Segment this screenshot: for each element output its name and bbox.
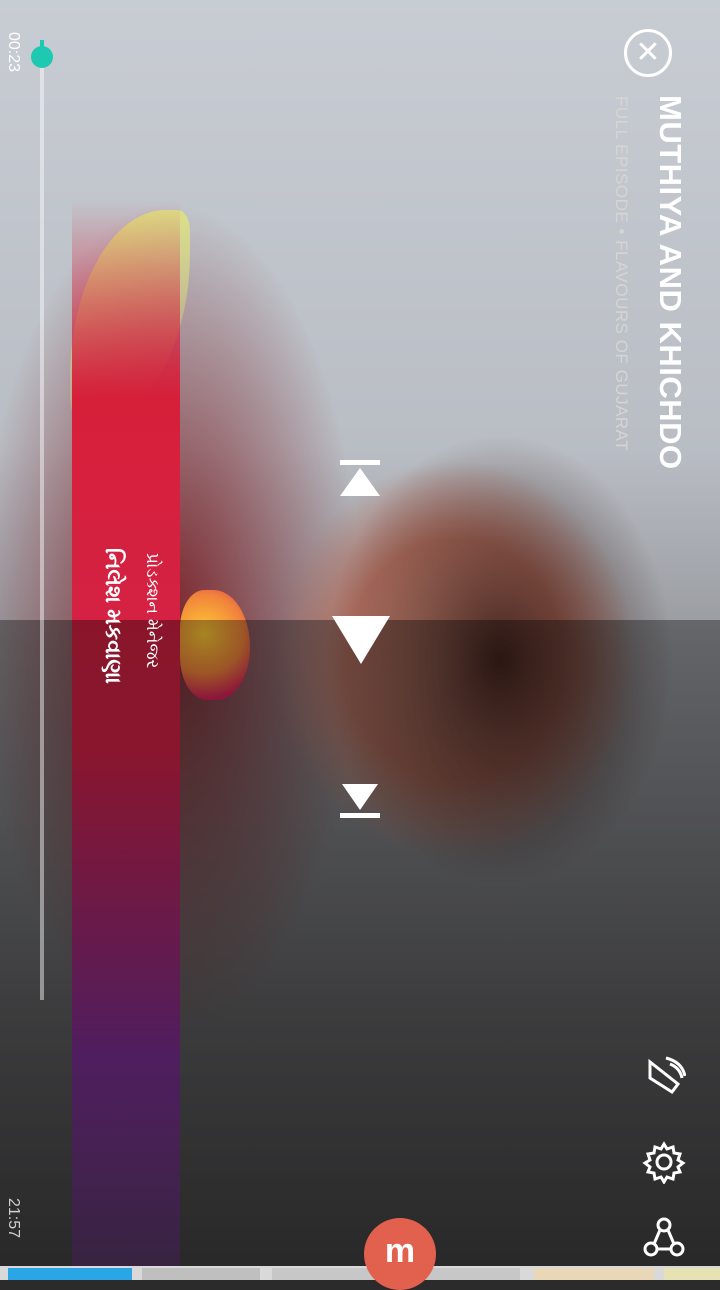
recommendation-thumbnail[interactable] — [664, 1268, 720, 1280]
fab-label: m — [384, 1232, 416, 1270]
cast-icon — [648, 1056, 687, 1095]
seek-thumb[interactable] — [31, 46, 53, 68]
elapsed-time: 00:23 — [5, 32, 22, 73]
settings-gear-icon — [642, 1141, 686, 1185]
skip-next-icon — [340, 784, 380, 818]
play-icon — [332, 616, 390, 664]
previous-button[interactable] — [336, 456, 384, 504]
share-icon — [643, 1217, 685, 1257]
close-icon: ✕ — [635, 36, 661, 69]
video-title: MUTHIYA AND KHICHDO — [653, 95, 688, 470]
caption-role: પ્રોડક્શન મેનેજર — [143, 553, 162, 669]
total-time: 21:57 — [5, 1198, 22, 1239]
close-button[interactable]: ✕ — [624, 29, 672, 77]
recommendation-thumbnail[interactable] — [534, 1268, 654, 1280]
controls-overlay — [0, 620, 720, 1280]
cast-button[interactable] — [642, 1056, 687, 1100]
seek-bar[interactable] — [40, 40, 44, 1000]
next-button[interactable] — [338, 780, 382, 822]
skip-previous-icon — [340, 460, 380, 496]
play-button[interactable] — [330, 612, 392, 668]
video-subtitle: FULL EPISODE • FLAVOURS OF GUJARAT — [612, 96, 631, 452]
share-button[interactable] — [642, 1216, 686, 1260]
settings-button[interactable] — [642, 1140, 686, 1185]
caption-name: નિલેશ મકવાણા — [101, 548, 126, 684]
recommendation-thumbnail[interactable] — [8, 1268, 132, 1280]
app-fab-button[interactable]: m — [364, 1218, 436, 1290]
recommendation-thumbnail[interactable] — [142, 1268, 260, 1280]
